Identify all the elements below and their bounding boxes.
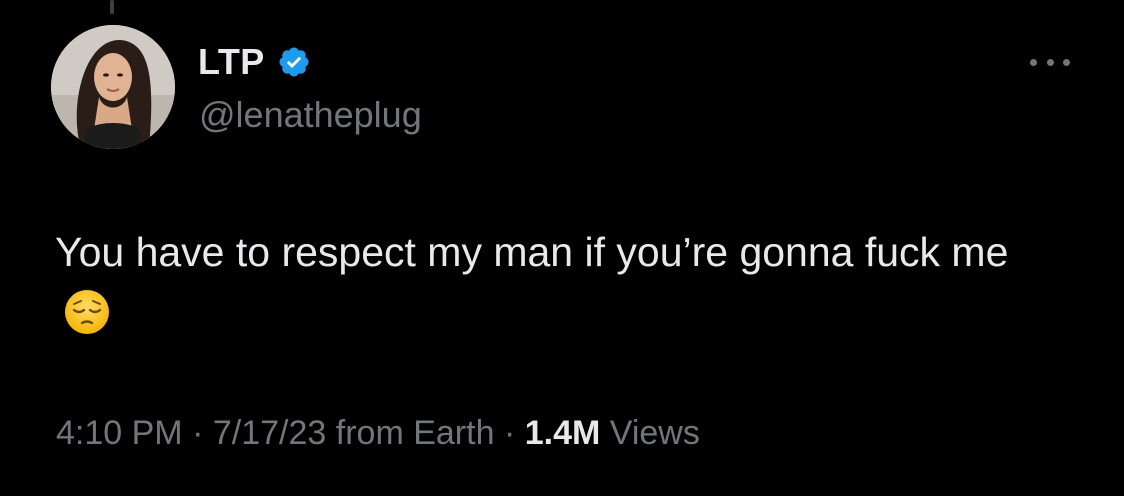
author-name-row: LTP bbox=[198, 40, 311, 84]
verified-badge-icon[interactable] bbox=[277, 45, 311, 79]
pensive-face-emoji-icon bbox=[63, 288, 111, 336]
more-dot bbox=[1063, 58, 1070, 66]
views-count[interactable]: 1.4M bbox=[525, 414, 601, 452]
tweet-metadata: 4:10 PM · 7/17/23 from Earth · 1.4M View… bbox=[56, 414, 700, 453]
avatar[interactable] bbox=[51, 25, 175, 149]
more-options-icon[interactable] bbox=[1030, 52, 1070, 72]
tweet-source: from Earth bbox=[335, 414, 495, 452]
tweet-text: You have to respect my man if you’re gon… bbox=[55, 229, 1009, 275]
views-label: Views bbox=[609, 414, 700, 452]
more-dot bbox=[1046, 58, 1054, 66]
author-display-name[interactable]: LTP bbox=[198, 41, 265, 83]
meta-separator: · bbox=[503, 414, 516, 452]
meta-separator: · bbox=[192, 414, 204, 452]
avatar-photo-icon bbox=[51, 25, 175, 149]
thread-connector-line bbox=[110, 0, 114, 14]
tweet-time[interactable]: 4:10 PM bbox=[56, 414, 183, 452]
tweet-date[interactable]: 7/17/23 bbox=[213, 414, 326, 452]
tweet-body: You have to respect my man if you’re gon… bbox=[55, 222, 1055, 342]
more-dot bbox=[1030, 58, 1037, 66]
author-handle[interactable]: @lenatheplug bbox=[199, 94, 422, 136]
